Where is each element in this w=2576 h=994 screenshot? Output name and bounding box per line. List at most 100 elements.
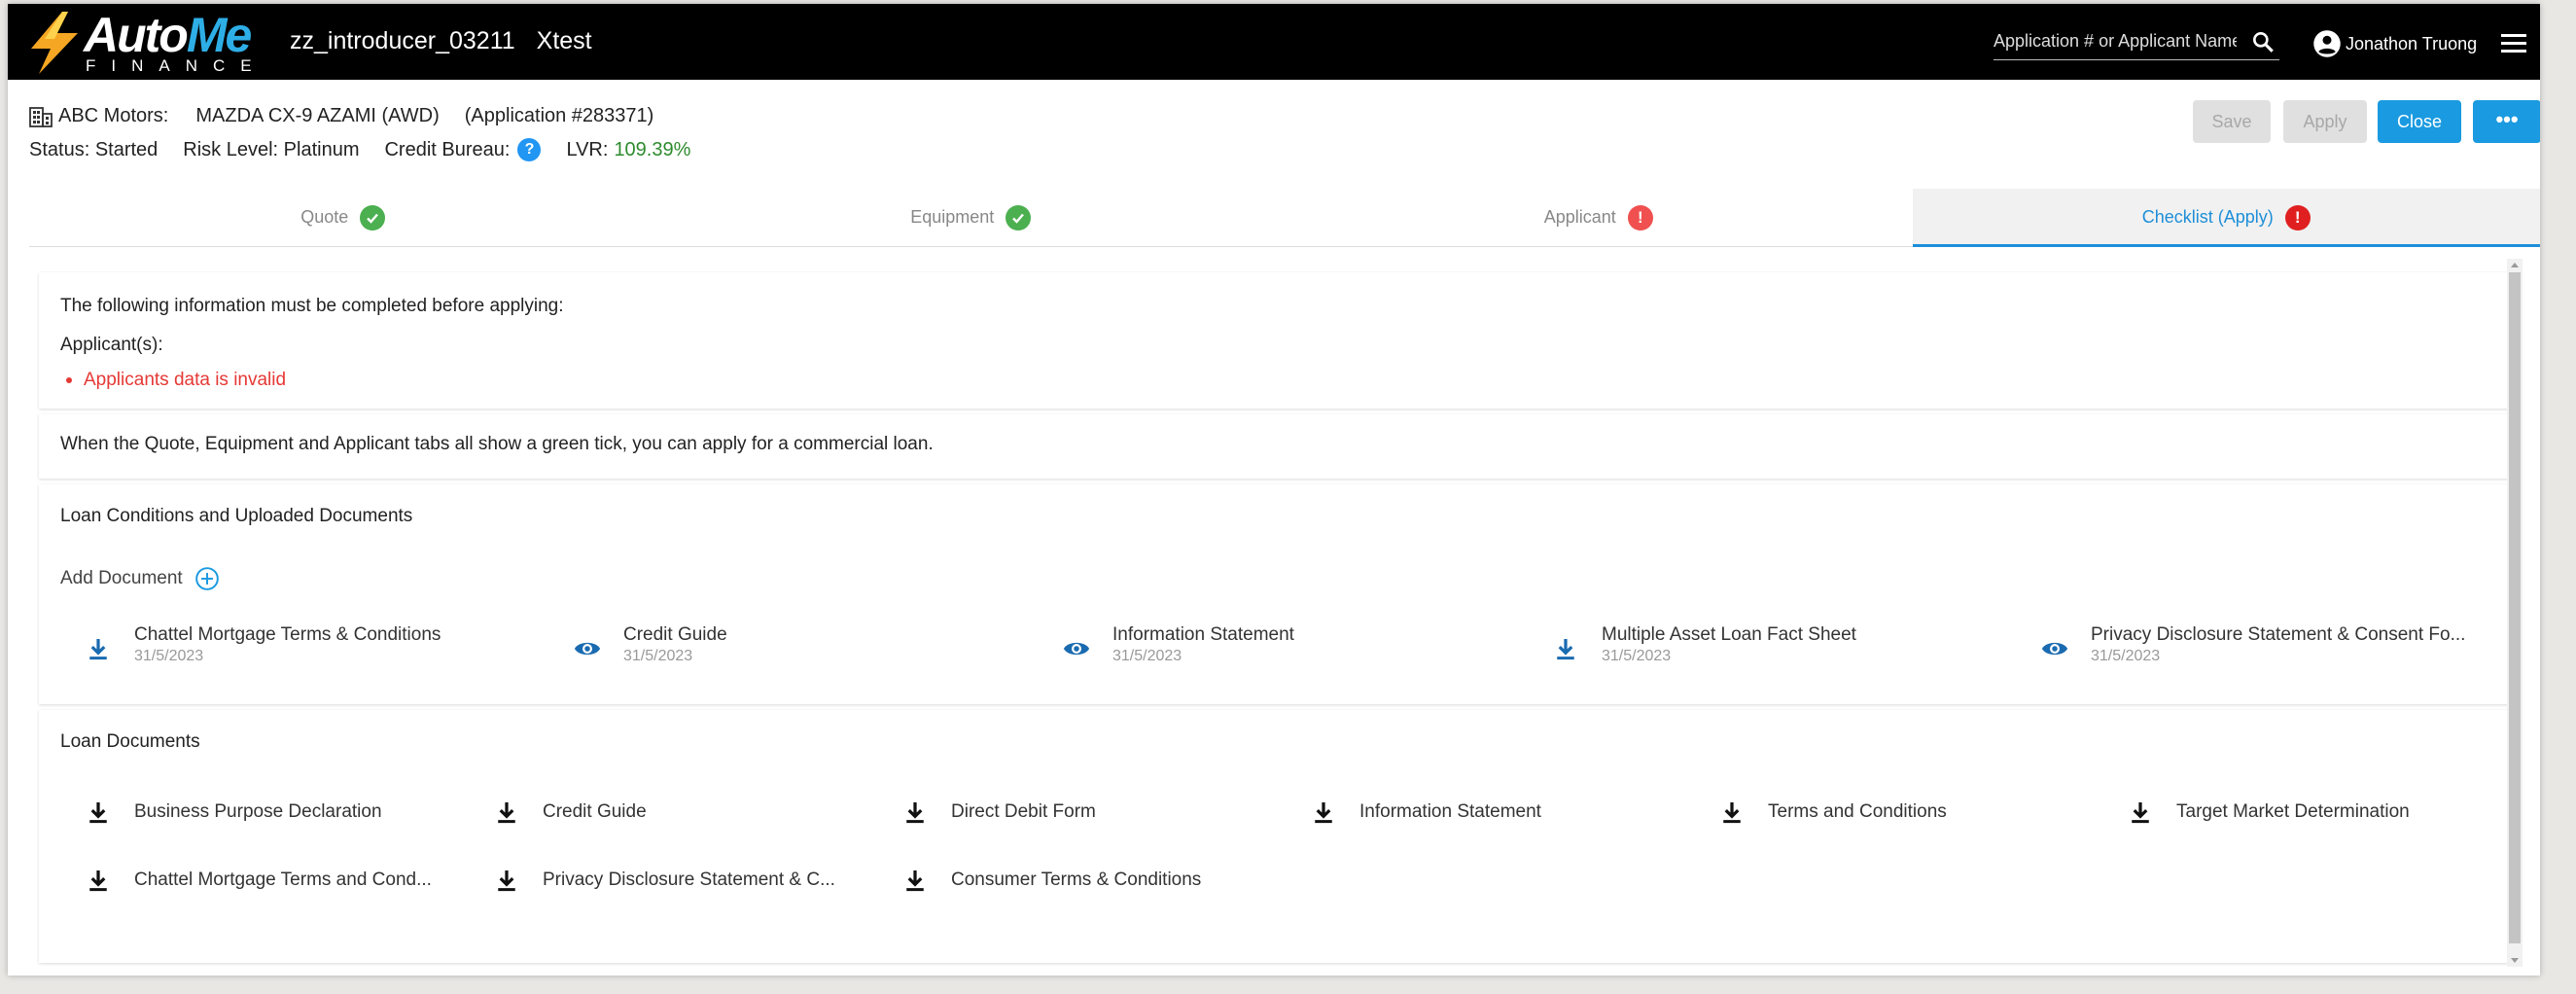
application-status-line: Status: Started Risk Level: Platinum Cre… [29, 138, 716, 161]
building-icon [29, 106, 53, 127]
user-menu[interactable]: Jonathon Truong [2312, 29, 2477, 58]
add-document-button[interactable]: Add Document [60, 566, 220, 591]
lvr-value: 109.39% [614, 138, 691, 160]
document-name: Chattel Mortgage Terms & Conditions [134, 624, 441, 645]
scroll-down-arrow-icon[interactable] [2511, 958, 2519, 963]
risk-level: Risk Level: Platinum [183, 138, 360, 160]
app-window: AutoMe FINANCE zz_introducer_03211 Xtest … [8, 4, 2540, 976]
search-icon[interactable] [2250, 29, 2276, 54]
loan-document[interactable]: Chattel Mortgage Terms and Cond... [84, 864, 473, 897]
lvr-label: LVR: [566, 138, 609, 160]
vehicle-name: MAZDA CX-9 AZAMI (AWD) [195, 105, 440, 126]
loan-document[interactable]: Information Statement [1309, 796, 1698, 829]
download-icon[interactable] [492, 866, 521, 895]
loan-document[interactable]: Credit Guide [492, 796, 881, 829]
condition-document[interactable]: Information Statement 31/5/2023 [1062, 624, 1529, 673]
logo-accent: Me [186, 8, 252, 62]
condition-document[interactable]: Chattel Mortgage Terms & Conditions 31/5… [84, 624, 550, 673]
document-date: 31/5/2023 [623, 648, 693, 664]
account-circle-icon [2313, 30, 2341, 57]
document-date: 31/5/2023 [2091, 648, 2161, 664]
download-icon[interactable] [1551, 634, 1580, 663]
close-button[interactable]: Close [2378, 100, 2461, 143]
document-name: Privacy Disclosure Statement & Consent F… [2091, 624, 2466, 645]
eye-icon[interactable] [2040, 634, 2069, 663]
document-name: Target Market Determination [2176, 801, 2410, 822]
document-name: Credit Guide [623, 624, 727, 645]
apply-button[interactable]: Apply [2283, 100, 2367, 143]
condition-document[interactable]: Credit Guide 31/5/2023 [573, 624, 1040, 673]
loan-document[interactable]: Business Purpose Declaration [84, 796, 473, 829]
download-icon[interactable] [2126, 798, 2155, 827]
status-text: Status: Started [29, 138, 159, 160]
add-document-label: Add Document [60, 568, 183, 588]
download-icon[interactable] [900, 798, 930, 827]
hamburger-menu-icon[interactable] [2499, 31, 2528, 54]
loan-document[interactable]: Terms and Conditions [1717, 796, 2106, 829]
condition-document[interactable]: Multiple Asset Loan Fact Sheet 31/5/2023 [1551, 624, 2018, 673]
download-icon[interactable] [1717, 798, 1747, 827]
download-icon[interactable] [900, 866, 930, 895]
check-circle-icon [1006, 204, 1032, 231]
loan-document[interactable]: Target Market Determination [2126, 796, 2515, 829]
document-name: Business Purpose Declaration [134, 801, 382, 822]
user-name: Jonathon Truong [2346, 33, 2478, 53]
document-name: Privacy Disclosure Statement & C... [543, 870, 835, 890]
document-name: Multiple Asset Loan Fact Sheet [1602, 624, 1856, 645]
automefinance-logo[interactable]: AutoMe FINANCE [25, 8, 268, 78]
tab-quote[interactable]: Quote [29, 189, 657, 246]
tab-equipment[interactable]: Equipment [657, 189, 1286, 246]
eye-icon[interactable] [1062, 634, 1091, 663]
vertical-scrollbar[interactable] [2507, 259, 2523, 967]
tab-checklist-apply[interactable]: Checklist (Apply) ! [1912, 189, 2540, 247]
more-options-button[interactable]: ••• [2473, 100, 2540, 143]
application-tabs: Quote Equipment Applicant ! Checklist (A… [29, 189, 2540, 247]
download-icon[interactable] [1309, 798, 1338, 827]
applicant-error-text: Applicants data is invalid [84, 370, 287, 390]
checklist-panel: The following information must be comple… [29, 259, 2523, 971]
logo-subtitle: FINANCE [86, 56, 267, 75]
logo-wordmark: AutoMe [84, 8, 252, 62]
loan-documents-card: Loan Documents Business Purpose Declarat… [39, 710, 2515, 963]
tab-label: Equipment [910, 207, 995, 227]
bullet [66, 377, 72, 383]
applicant-error: Applicants data is invalid [66, 370, 286, 391]
loan-document[interactable]: Privacy Disclosure Statement & C... [492, 864, 881, 897]
tab-label: Applicant [1543, 207, 1616, 227]
document-name: Terms and Conditions [1768, 801, 1947, 822]
download-icon[interactable] [84, 634, 113, 663]
document-name: Consumer Terms & Conditions [951, 870, 1202, 890]
loan-document[interactable]: Direct Debit Form [900, 796, 1289, 829]
requirements-intro: The following information must be comple… [60, 296, 564, 316]
tab-label: Quote [300, 207, 349, 227]
document-date: 31/5/2023 [1112, 648, 1182, 664]
document-name: Credit Guide [543, 801, 647, 822]
download-icon[interactable] [492, 798, 521, 827]
lightning-bolt-icon [31, 12, 78, 74]
download-icon[interactable] [84, 866, 113, 895]
help-icon[interactable]: ? [517, 138, 542, 161]
tab-applicant[interactable]: Applicant ! [1285, 189, 1913, 246]
download-icon[interactable] [84, 798, 113, 827]
loan-document[interactable]: Consumer Terms & Conditions [900, 864, 1289, 897]
document-name: Direct Debit Form [951, 801, 1096, 822]
tick-message-card: When the Quote, Equipment and Applicant … [39, 414, 2515, 479]
tick-message: When the Quote, Equipment and Applicant … [60, 434, 934, 454]
eye-icon[interactable] [573, 634, 602, 663]
document-name: Chattel Mortgage Terms and Cond... [134, 870, 432, 890]
save-button[interactable]: Save [2193, 100, 2271, 143]
condition-document[interactable]: Privacy Disclosure Statement & Consent F… [2040, 624, 2507, 673]
document-date: 31/5/2023 [1602, 648, 1672, 664]
error-circle-icon: ! [1627, 204, 1653, 231]
search-input[interactable] [1994, 25, 2237, 56]
search-box [1994, 25, 2279, 60]
credit-bureau-label: Credit Bureau: [384, 138, 511, 160]
application-summary: ABC Motors: MAZDA CX-9 AZAMI (AWD) (Appl… [29, 105, 653, 127]
add-circle-icon[interactable] [194, 566, 220, 591]
loan-conditions-card: Loan Conditions and Uploaded Documents A… [39, 484, 2515, 704]
dealer-name: ABC Motors: [58, 105, 169, 126]
page-title: zz_introducer_03211 Xtest [290, 27, 592, 55]
environment-name: Xtest [536, 27, 592, 54]
scrollbar-thumb[interactable] [2509, 272, 2521, 943]
scroll-up-arrow-icon[interactable] [2511, 263, 2519, 267]
